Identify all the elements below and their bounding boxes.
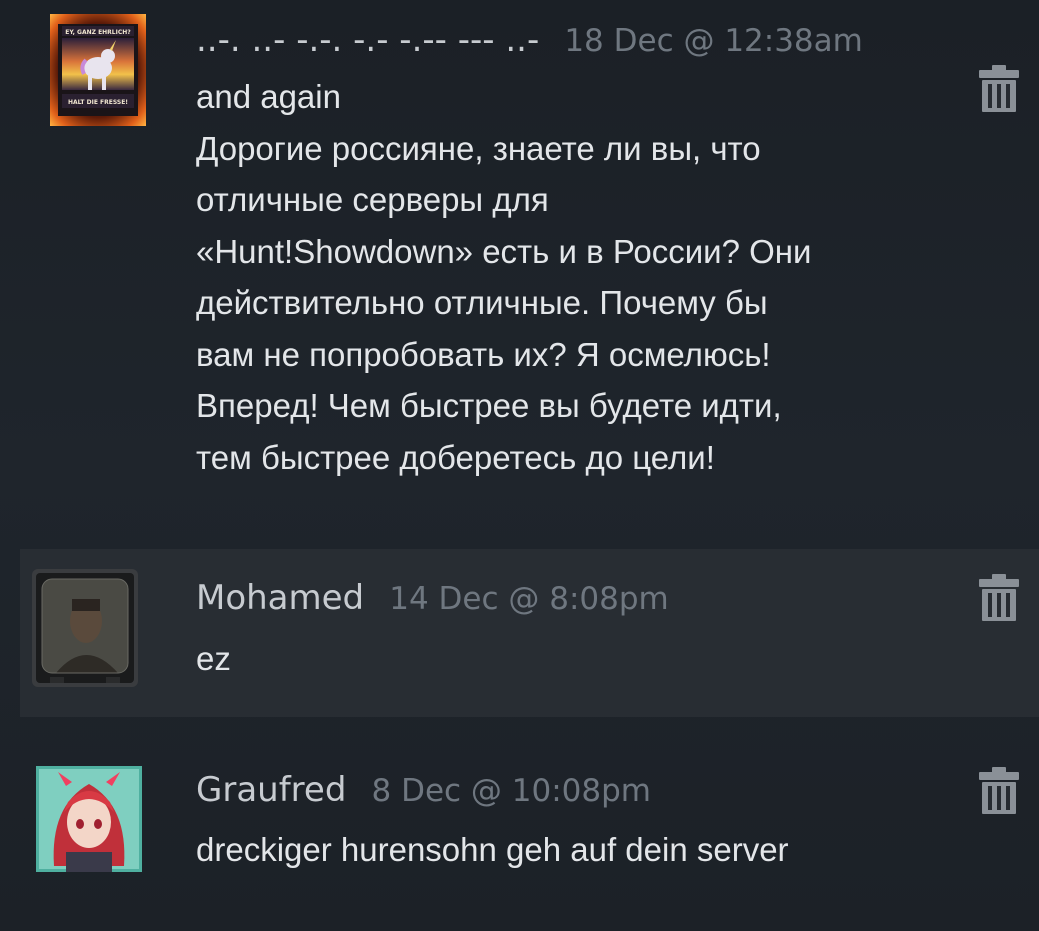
comment-author[interactable]: Mohamed: [196, 578, 364, 618]
comment-text: and again Дорогие россияне, знаете ли вы…: [196, 78, 812, 476]
trash-icon: [979, 767, 1019, 814]
user-avatar[interactable]: EY, GANZ EHRLICH? HALT DIE FRESSE!: [50, 14, 146, 126]
comment-timestamp: 8 Dec @ 10:08pm: [371, 773, 651, 809]
comment-item: Mohamed 14 Dec @ 8:08pm ez: [20, 549, 1039, 717]
trash-icon: [979, 65, 1019, 112]
unicorn-banner-avatar-icon: EY, GANZ EHRLICH? HALT DIE FRESSE!: [50, 14, 146, 126]
user-avatar[interactable]: [36, 766, 142, 872]
comment-header: Graufred 8 Dec @ 10:08pm: [196, 770, 651, 810]
comment-header: Mohamed 14 Dec @ 8:08pm: [196, 578, 669, 618]
comment-author[interactable]: ..-. ..- -.-. -.- -.-- --- ..-: [196, 20, 539, 60]
user-avatar[interactable]: [32, 569, 138, 687]
delete-button[interactable]: [977, 573, 1021, 623]
delete-button[interactable]: [977, 766, 1021, 816]
tv-portrait-avatar-icon: [32, 569, 138, 687]
comment-timestamp: 14 Dec @ 8:08pm: [389, 581, 669, 617]
trash-icon: [979, 574, 1019, 621]
comment-text: ez: [196, 640, 231, 677]
comment-author[interactable]: Graufred: [196, 770, 346, 810]
svg-text:EY, GANZ EHRLICH?: EY, GANZ EHRLICH?: [65, 29, 131, 36]
comment-text: dreckiger hurensohn geh auf dein server: [196, 831, 789, 868]
comment-header: ..-. ..- -.-. -.- -.-- --- ..- 18 Dec @ …: [196, 20, 863, 60]
svg-text:HALT DIE FRESSE!: HALT DIE FRESSE!: [68, 99, 128, 106]
delete-button[interactable]: [977, 64, 1021, 114]
comment-item: EY, GANZ EHRLICH? HALT DIE FRESSE! ..-. …: [20, 0, 1039, 540]
comment-item: Graufred 8 Dec @ 10:08pm dreckiger huren…: [20, 720, 1039, 920]
comment-timestamp: 18 Dec @ 12:38am: [564, 23, 863, 59]
anime-girl-avatar-icon: [36, 766, 142, 872]
